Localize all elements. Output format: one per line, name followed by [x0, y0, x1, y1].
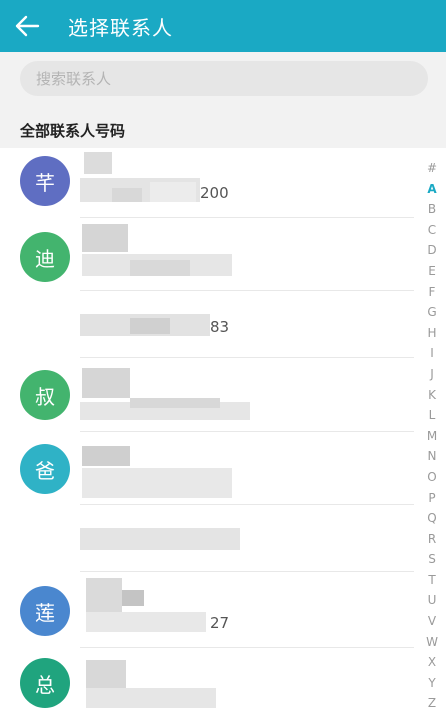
index-letter[interactable]: P [428, 488, 435, 509]
avatar: 芊 [20, 156, 70, 206]
index-letter[interactable]: D [427, 240, 436, 261]
index-letter[interactable]: # [427, 158, 437, 179]
redacted-name [86, 660, 126, 688]
index-letter[interactable]: Y [428, 673, 435, 694]
contact-row[interactable]: 芊 200 [0, 148, 416, 218]
index-letter[interactable]: R [428, 529, 436, 550]
redacted-number [80, 528, 240, 550]
contact-row[interactable]: 叔 [0, 358, 416, 432]
index-letter[interactable]: Q [427, 508, 436, 529]
index-letter[interactable]: O [427, 467, 436, 488]
redacted-number [86, 612, 206, 632]
app-bar: 选择联系人 [0, 0, 446, 52]
contact-row[interactable]: 爸 [0, 432, 416, 572]
avatar: 叔 [20, 370, 70, 420]
index-letter[interactable]: L [429, 405, 436, 426]
index-letter[interactable]: I [430, 343, 434, 364]
avatar: 总 [20, 658, 70, 708]
index-letter[interactable]: C [428, 220, 436, 241]
back-button[interactable] [0, 0, 54, 52]
index-letter[interactable]: T [428, 570, 435, 591]
index-letter[interactable]: J [430, 364, 434, 385]
contact-row[interactable]: 莲 27 [0, 572, 416, 648]
arrow-left-icon [15, 15, 40, 37]
section-title: 全部联系人号码 [20, 122, 126, 140]
avatar: 迪 [20, 232, 70, 282]
divider [80, 290, 414, 291]
redacted-name [82, 368, 130, 398]
index-letter[interactable]: F [429, 282, 436, 303]
page-title: 选择联系人 [68, 15, 173, 40]
index-letter[interactable]: N [428, 446, 437, 467]
index-letter[interactable]: M [427, 426, 437, 447]
index-letter[interactable]: A [427, 179, 436, 200]
index-letter[interactable]: U [428, 590, 437, 611]
alphabet-index-bar[interactable]: # A B C D E F G H I J K L M N O P Q R S T U V W X Y Z [420, 158, 444, 708]
index-letter[interactable]: G [427, 302, 436, 323]
redacted-number [86, 688, 216, 708]
redacted-name [86, 578, 122, 612]
index-letter[interactable]: V [428, 611, 436, 632]
section-header: 全部联系人号码 [0, 106, 446, 148]
index-letter[interactable]: H [427, 323, 436, 344]
index-letter[interactable]: K [428, 385, 436, 406]
redacted-name [84, 152, 112, 174]
index-letter[interactable]: Z [428, 693, 436, 708]
index-letter[interactable]: W [426, 632, 438, 653]
search-area [0, 52, 446, 106]
divider [80, 504, 414, 505]
avatar: 莲 [20, 586, 70, 636]
index-letter[interactable]: B [428, 199, 436, 220]
search-input[interactable] [36, 69, 396, 88]
search-box[interactable] [20, 61, 428, 96]
contact-row[interactable]: 迪 83 [0, 218, 416, 358]
contact-picker-screen: 选择联系人 全部联系人号码 芊 200 迪 83 [0, 0, 446, 708]
redacted-name [82, 224, 128, 252]
avatar: 爸 [20, 444, 70, 494]
redacted-name [82, 446, 130, 466]
contact-list[interactable]: 芊 200 迪 83 叔 爸 莲 27 总 [0, 148, 416, 708]
index-letter[interactable]: X [428, 652, 436, 673]
number-suffix: 200 [200, 184, 229, 202]
number-suffix: 83 [210, 318, 230, 336]
index-letter[interactable]: E [428, 261, 436, 282]
contact-row[interactable]: 总 [0, 648, 416, 708]
index-letter[interactable]: S [428, 549, 436, 570]
number-suffix: 27 [210, 614, 230, 632]
